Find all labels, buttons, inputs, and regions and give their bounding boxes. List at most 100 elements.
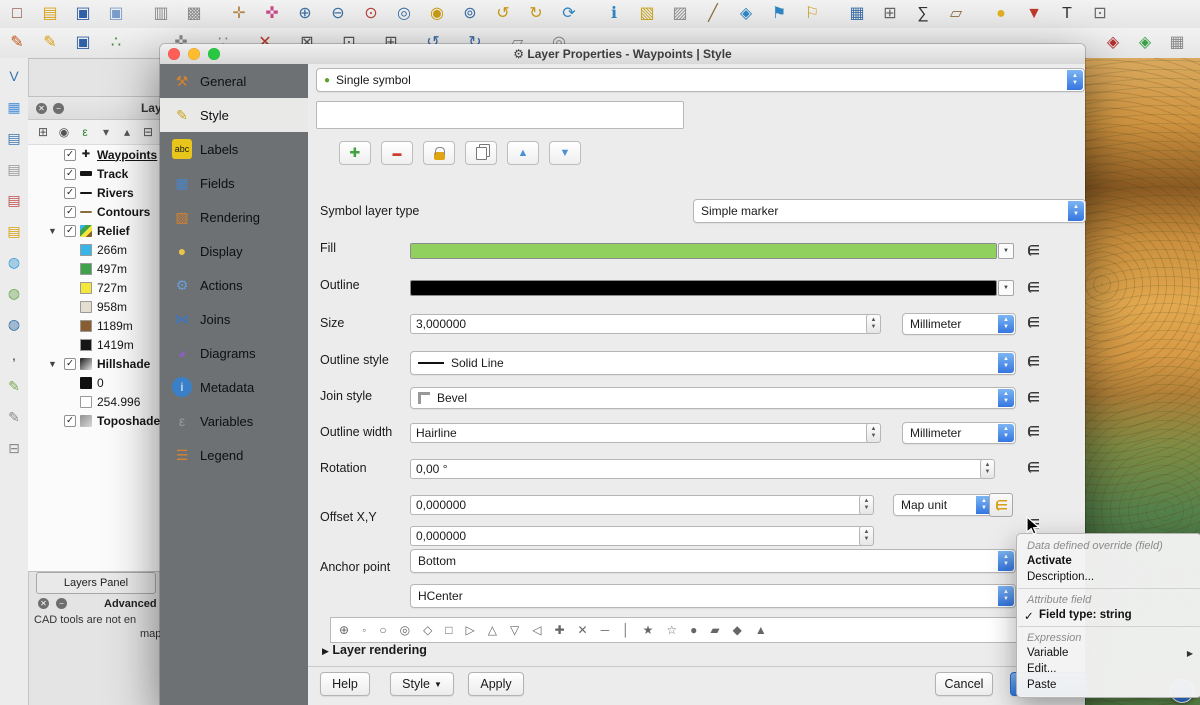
symbol-layer-type-select[interactable]: Simple marker ▲▼ [693, 199, 1086, 223]
marker-preset-icon[interactable]: ◇ [423, 623, 432, 637]
combo-stepper-icon[interactable]: ▲▼ [1067, 70, 1083, 90]
fill-color-button[interactable] [410, 243, 997, 259]
sidebar-item-actions[interactable]: ⚙ Actions [160, 268, 308, 302]
offset-override-active-button[interactable] [989, 493, 1013, 517]
marker-preset-icon[interactable]: △ [488, 623, 497, 637]
form-annotation-icon[interactable]: ⊡ [1089, 3, 1111, 25]
combo-stepper-icon[interactable]: ▲▼ [1068, 201, 1084, 221]
sidebar-item-display[interactable]: ● Display [160, 234, 308, 268]
add-symbol-layer-button[interactable]: ✚ [339, 141, 371, 165]
marker-preset-icon[interactable]: ● [690, 623, 697, 637]
text-annotation-icon[interactable]: T [1056, 3, 1078, 25]
combo-stepper-icon[interactable]: ▲▼ [998, 353, 1014, 373]
menu-item-variable[interactable]: Variable ▶ [1017, 645, 1200, 661]
rotation-override-button[interactable] [1022, 457, 1044, 477]
pin-annotation-icon[interactable]: ▼ [1023, 3, 1045, 25]
plugin-icon-green[interactable]: ◈ [1134, 32, 1156, 54]
plugin-icon-red[interactable]: ◈ [1102, 32, 1124, 54]
marker-preset-icon[interactable]: ─ [601, 623, 610, 637]
size-unit-select[interactable]: Millimeter ▲▼ [902, 313, 1016, 335]
sidebar-item-fields[interactable]: ▦ Fields [160, 166, 308, 200]
offset-y-input[interactable]: 0,000000 [410, 526, 865, 546]
layer-checkbox[interactable]: ✓ [64, 358, 76, 370]
composer-manager-icon[interactable]: ▩ [183, 3, 205, 25]
fill-override-button[interactable] [1022, 240, 1044, 260]
panel-undock-icon[interactable]: − [56, 598, 67, 609]
apply-button[interactable]: Apply [468, 672, 524, 696]
marker-preset-icon[interactable]: ☆ [666, 623, 677, 637]
combo-stepper-icon[interactable]: ▲▼ [998, 424, 1014, 442]
layer-checkbox[interactable] [64, 301, 76, 313]
marker-preset-icon[interactable]: □ [445, 623, 452, 637]
remove-layer-group-icon[interactable]: ⊟ [4, 438, 24, 458]
marker-preset-icon[interactable]: ◁ [532, 623, 541, 637]
zoom-full-icon[interactable]: ◎ [393, 3, 415, 25]
plugin-icon-gray[interactable]: ▦ [1166, 32, 1188, 54]
measure-ruler-icon[interactable]: ▱ [945, 3, 967, 25]
select-features-icon[interactable]: ▧ [636, 3, 658, 25]
menu-item-description[interactable]: Description... [1017, 569, 1200, 585]
zoom-native-icon[interactable]: ⊙ [360, 3, 382, 25]
expand-arrow-icon[interactable]: ▼ [48, 226, 64, 236]
size-input[interactable]: 3,000000 [410, 314, 872, 334]
zoom-out-icon[interactable]: ⊖ [327, 3, 349, 25]
new-spatialite-layer-icon[interactable]: ✎ [4, 407, 24, 427]
marker-preset-icon[interactable]: ◆ [733, 623, 742, 637]
outline-style-override-button[interactable] [1022, 351, 1044, 371]
layer-checkbox[interactable]: ✓ [64, 168, 76, 180]
outline-color-dropdown[interactable]: ▼ [998, 280, 1014, 296]
layer-checkbox[interactable] [64, 377, 76, 389]
outline-width-spinner[interactable]: ▲▼ [866, 423, 881, 443]
save-project-icon[interactable]: ▣ [72, 3, 94, 25]
offset-x-spinner[interactable]: ▲▼ [859, 495, 874, 515]
combo-stepper-icon[interactable]: ▲▼ [998, 551, 1014, 571]
add-delimited-text-icon[interactable]: , [4, 345, 24, 365]
lock-symbol-layer-button[interactable] [423, 141, 455, 165]
new-shapefile-layer-icon[interactable]: ✎ [4, 376, 24, 396]
layer-checkbox[interactable]: ✓ [64, 149, 76, 161]
join-style-override-button[interactable] [1022, 387, 1044, 407]
sidebar-item-style[interactable]: ✎ Style [160, 98, 308, 132]
marker-preset-icon[interactable]: ◦ [362, 623, 366, 637]
annotation-icon[interactable]: ● [990, 3, 1012, 25]
open-project-icon[interactable]: ▤ [39, 3, 61, 25]
marker-preset-icon[interactable]: ★ [643, 623, 654, 637]
new-composer-icon[interactable]: ▥ [150, 3, 172, 25]
refresh-icon[interactable]: ⟳ [558, 3, 580, 25]
dialog-titlebar[interactable]: ⚙ Layer Properties - Waypoints | Style [160, 44, 1085, 65]
offset-x-input[interactable]: 0,000000 [410, 495, 865, 515]
outline-color-button[interactable] [410, 280, 997, 296]
show-bookmarks-icon[interactable]: ⚐ [801, 3, 823, 25]
sidebar-item-general[interactable]: ⚒ General [160, 64, 308, 98]
expand-arrow-icon[interactable]: ▼ [48, 359, 64, 369]
style-menu-button[interactable]: Style▼ [390, 672, 454, 696]
marker-preset-icon[interactable]: ✕ [578, 623, 588, 637]
marker-preset-icon[interactable]: ✚ [554, 623, 564, 637]
identify-icon[interactable]: ℹ [603, 3, 625, 25]
marker-preset-icon[interactable]: ▲ [755, 623, 767, 637]
layer-checkbox[interactable] [64, 320, 76, 332]
sidebar-item-diagrams[interactable]: ◕ Diagrams [160, 336, 308, 370]
pan-to-selection-icon[interactable]: ✜ [261, 3, 283, 25]
menu-item-paste[interactable]: Paste [1017, 677, 1200, 693]
menu-item-activate[interactable]: Activate [1017, 553, 1200, 569]
anchor-vertical-select[interactable]: Bottom ▲▼ [410, 549, 1016, 573]
move-up-button[interactable]: ▲ [507, 141, 539, 165]
zoom-to-layer-icon[interactable]: ⊚ [459, 3, 481, 25]
marker-preset-icon[interactable]: ▰ [710, 623, 719, 637]
layer-rendering-section[interactable]: ▶ Layer rendering [322, 643, 427, 657]
offset-unit-select[interactable]: Map unit ▲▼ [893, 494, 994, 516]
remove-symbol-layer-button[interactable]: ▬ [381, 141, 413, 165]
sidebar-item-rendering[interactable]: ▨ Rendering [160, 200, 308, 234]
outline-override-button[interactable] [1022, 277, 1044, 297]
layer-checkbox[interactable] [64, 396, 76, 408]
zoom-last-icon[interactable]: ↺ [492, 3, 514, 25]
new-bookmark-icon[interactable]: ⚑ [768, 3, 790, 25]
zoom-to-selection-icon[interactable]: ◉ [426, 3, 448, 25]
new-project-icon[interactable]: □ [6, 3, 28, 25]
layer-checkbox[interactable] [64, 339, 76, 351]
add-wfs-layer-icon[interactable]: ◍ [4, 314, 24, 334]
field-calculator-icon[interactable]: ⊞ [879, 3, 901, 25]
pan-map-icon[interactable]: ✛ [228, 3, 250, 25]
layer-checkbox[interactable] [64, 282, 76, 294]
